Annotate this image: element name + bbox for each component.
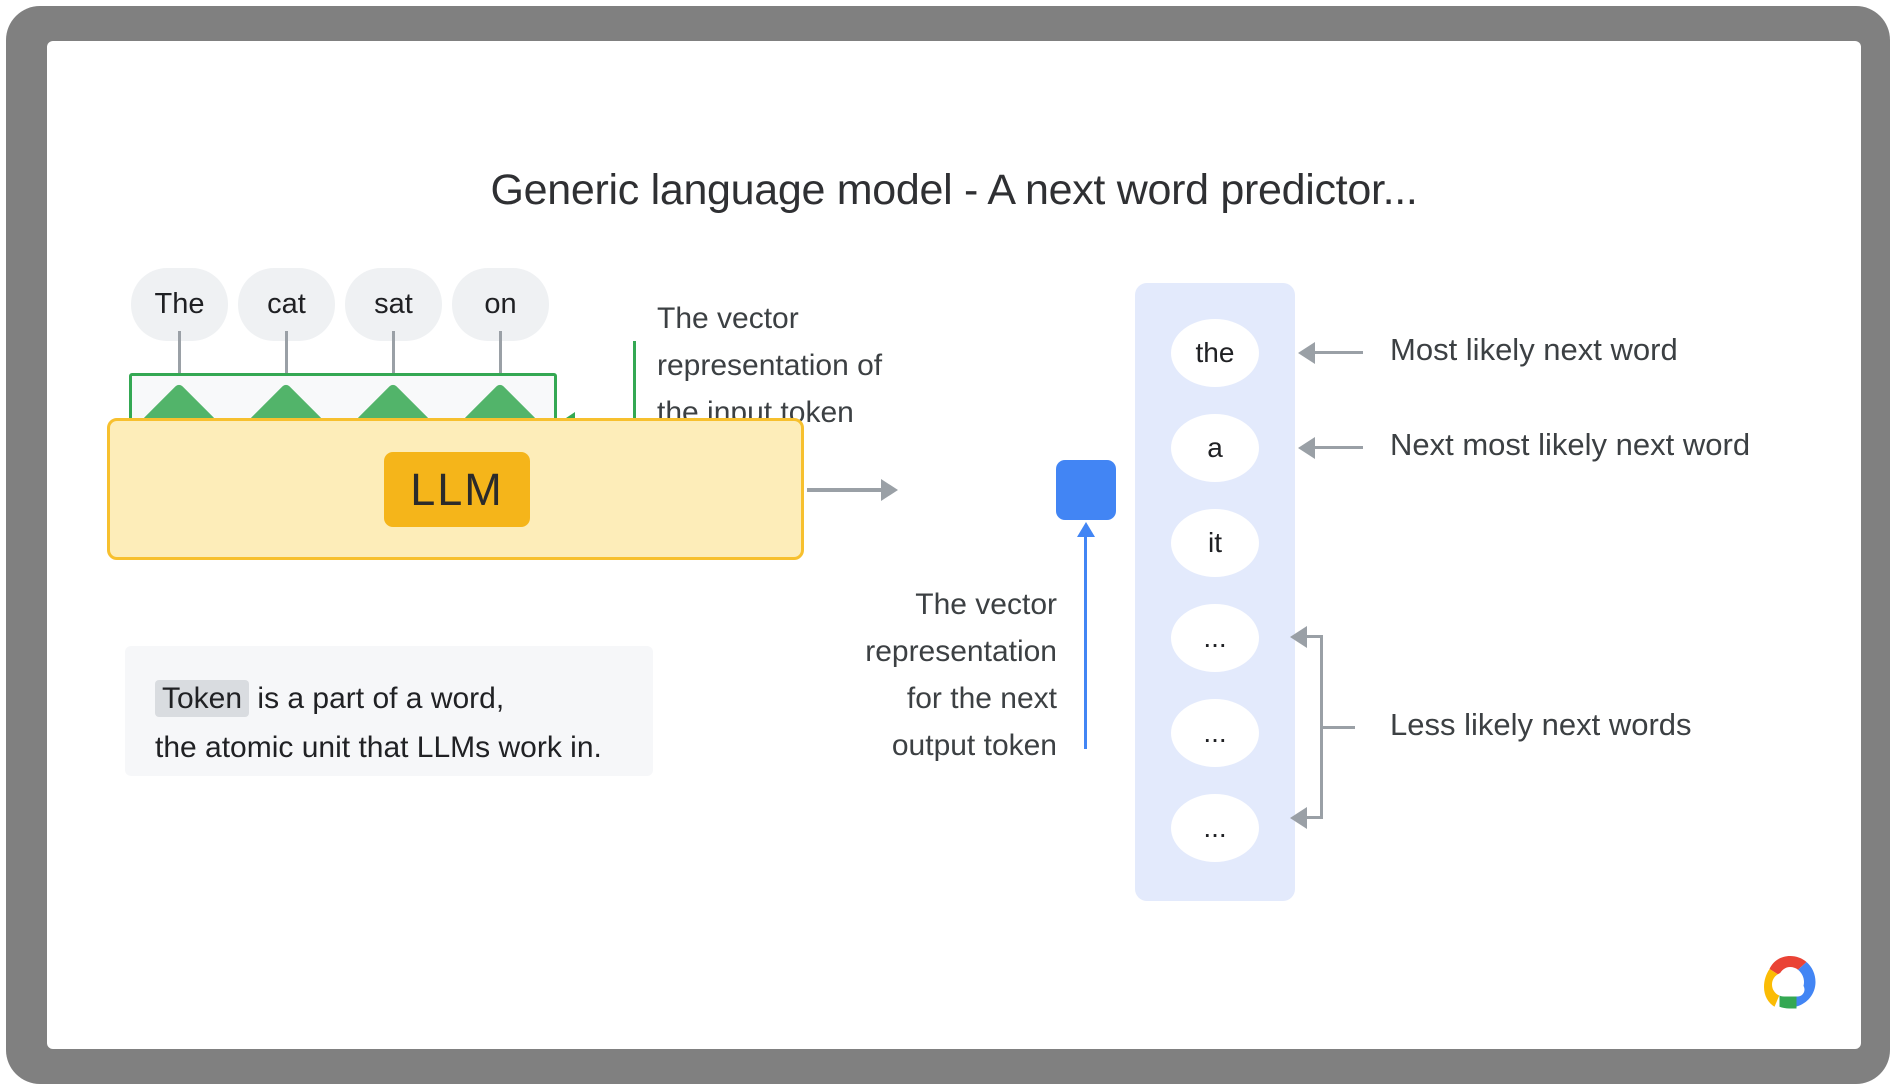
prediction-label: ... [1203, 622, 1227, 653]
next-most-likely-arrow-line [1315, 446, 1363, 449]
less-likely-bracket-stub [1323, 726, 1355, 729]
most-likely-arrow-head [1298, 342, 1315, 364]
output-vector-note-text: The vector representation for the next o… [865, 588, 1057, 762]
output-vector-square[interactable] [1056, 460, 1116, 520]
most-likely-label: Most likely next word [1390, 332, 1678, 367]
input-token-label: cat [267, 288, 306, 320]
prediction-item[interactable]: ... [1171, 604, 1259, 672]
slide-canvas: Generic language model - A next word pre… [47, 41, 1861, 1049]
output-vector-arrow-line [1084, 536, 1087, 749]
prediction-item[interactable]: the [1171, 319, 1259, 387]
less-likely-arrow-head-top [1290, 626, 1307, 648]
prediction-item[interactable]: ... [1171, 699, 1259, 767]
prediction-label: a [1207, 432, 1223, 463]
device-bezel: Generic language model - A next word pre… [6, 6, 1890, 1084]
input-token-label: The [154, 288, 205, 320]
llm-label: LLM [410, 463, 504, 515]
input-token-label: on [484, 288, 517, 320]
token-definition-line2: the atomic unit that LLMs work in. [155, 731, 602, 764]
less-likely-arrow-head-bottom [1290, 807, 1307, 829]
llm-output-arrow-head [881, 479, 898, 501]
prediction-label: ... [1203, 812, 1227, 843]
prediction-item[interactable]: ... [1171, 794, 1259, 862]
token-definition-line1: is a part of a word, [249, 682, 505, 715]
token-keyword: Token [155, 680, 250, 717]
most-likely-arrow-line [1315, 351, 1363, 354]
prediction-label: the [1195, 337, 1235, 368]
prediction-label: it [1208, 527, 1222, 558]
next-most-likely-arrow-head [1298, 437, 1315, 459]
llm-output-arrow-line [807, 488, 881, 492]
prediction-item[interactable]: it [1171, 509, 1259, 577]
google-cloud-logo [1757, 951, 1823, 1017]
next-most-likely-label: Next most likely next word [1390, 427, 1751, 462]
token-definition-callout: Token is a part of a word, the atomic un… [125, 646, 653, 776]
less-likely-label: Less likely next words [1390, 707, 1692, 742]
embedding-note-text: The vector representation of the input t… [657, 302, 883, 429]
input-token-label: sat [374, 288, 413, 320]
less-likely-bracket-bottom [1307, 816, 1323, 819]
llm-box[interactable]: LLM [384, 452, 530, 527]
output-vector-arrow-head [1077, 522, 1095, 537]
prediction-item[interactable]: a [1171, 414, 1259, 482]
page-title: Generic language model - A next word pre… [490, 166, 1418, 214]
prediction-label: ... [1203, 717, 1227, 748]
